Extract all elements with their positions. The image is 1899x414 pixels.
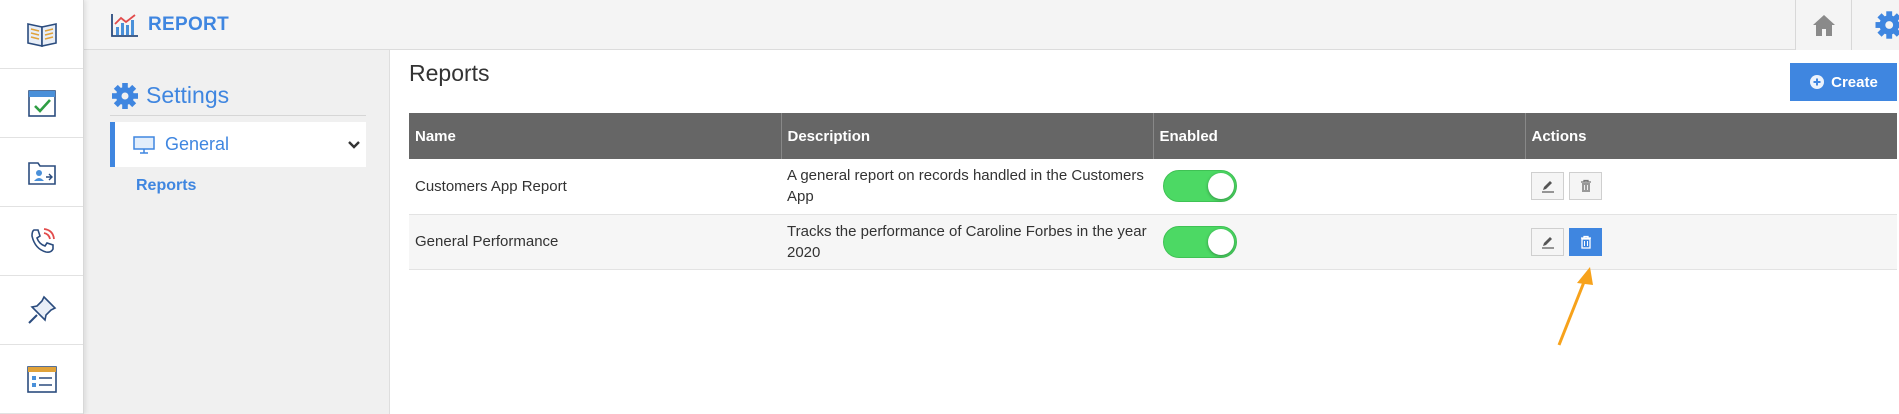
- phone-icon: [30, 228, 55, 253]
- app-title: REPORT: [148, 13, 229, 35]
- column-header-actions: Actions: [1531, 127, 1587, 145]
- column-header-description: Description: [781, 113, 1154, 159]
- report-name: General Performance: [415, 233, 559, 250]
- book-icon: [26, 23, 57, 47]
- settings-gear-icon: [112, 82, 138, 109]
- monitor-icon: [133, 135, 155, 154]
- toggle-knob: [1208, 228, 1234, 255]
- rail-item-list[interactable]: [0, 345, 83, 414]
- window-list-icon: [26, 366, 57, 393]
- sidebar-item-label: General: [165, 134, 230, 154]
- plus-circle-icon: [1810, 75, 1825, 89]
- rail-item-folder[interactable]: [0, 138, 83, 207]
- edit-button[interactable]: [1531, 227, 1564, 256]
- app-rail: [0, 0, 84, 414]
- create-button[interactable]: Create: [1790, 63, 1897, 101]
- reports-table: Name Description Enabled Actions Custome…: [409, 113, 1897, 270]
- page-title: Reports: [409, 60, 490, 86]
- report-description: A general report on records handled in t…: [787, 167, 1144, 206]
- enabled-toggle[interactable]: [1163, 225, 1237, 258]
- calendar-check-icon: [27, 90, 56, 117]
- rail-item-pin[interactable]: [0, 276, 83, 345]
- brand: REPORT: [110, 12, 229, 38]
- chevron-down-icon: [348, 141, 360, 149]
- table-header-row: Name Description Enabled Actions: [409, 113, 1897, 159]
- report-chart-icon: [111, 13, 138, 37]
- rail-item-book[interactable]: [0, 0, 83, 69]
- column-header-name: Name: [409, 113, 782, 159]
- settings-title: Settings: [146, 82, 230, 108]
- home-icon: [1812, 15, 1835, 36]
- delete-button[interactable]: [1569, 172, 1602, 201]
- table-row: General Performance Tracks the performan…: [409, 214, 1897, 269]
- create-button-label: Create: [1831, 73, 1878, 91]
- main-content: Reports Create Name Description Enabled …: [390, 50, 1899, 414]
- column-header-enabled: Enabled: [1153, 113, 1526, 159]
- rail-item-calendar[interactable]: [0, 69, 83, 138]
- sidebar-item-general[interactable]: General: [110, 122, 366, 167]
- settings-header: Settings: [110, 76, 366, 116]
- gear-icon: [1875, 11, 1899, 39]
- top-bar: REPORT: [84, 0, 1899, 50]
- settings-sidebar: Settings General Reports: [84, 50, 390, 414]
- report-name: Customers App Report: [415, 177, 567, 195]
- home-button[interactable]: [1795, 0, 1851, 50]
- pencil-icon: [1541, 236, 1554, 249]
- sidebar-item-reports[interactable]: Reports: [136, 177, 196, 195]
- toggle-knob: [1208, 173, 1234, 200]
- trash-icon: [1580, 180, 1591, 193]
- folder-user-icon: [27, 162, 56, 185]
- table-row: Customers App Report A general report on…: [409, 159, 1897, 214]
- pencil-icon: [1541, 181, 1554, 193]
- delete-button[interactable]: [1569, 227, 1602, 256]
- pin-icon: [27, 295, 56, 324]
- settings-button[interactable]: [1851, 0, 1899, 50]
- trash-icon: [1580, 235, 1591, 249]
- rail-item-phone[interactable]: [0, 207, 83, 276]
- enabled-toggle[interactable]: [1163, 170, 1237, 203]
- annotation-arrow: [1557, 267, 1593, 346]
- report-description: Tracks the performance of Caroline Forbe…: [787, 222, 1147, 261]
- edit-button[interactable]: [1531, 172, 1564, 201]
